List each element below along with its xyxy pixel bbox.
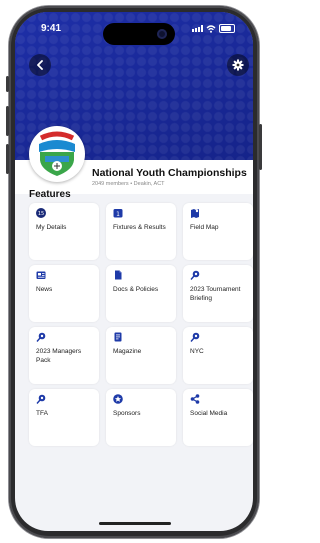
tile-2023-tournament-briefing[interactable]: 2023 Tournament Briefing xyxy=(183,265,253,322)
pin-icon xyxy=(36,394,46,404)
club-logo xyxy=(29,126,85,182)
gear-icon xyxy=(232,59,244,71)
mute-switch xyxy=(6,76,9,92)
features-heading: Features xyxy=(29,189,71,200)
power-button xyxy=(259,124,262,170)
tile-my-details[interactable]: 15 My Details xyxy=(29,203,99,260)
tile-label: Magazine xyxy=(113,348,142,355)
pin-icon xyxy=(36,332,46,342)
tile-label: Docs & Policies xyxy=(113,286,159,293)
tile-label: My Details xyxy=(36,224,67,231)
app-screen: 9:41 National Youth Championships 2049 m… xyxy=(15,12,253,531)
newspaper-icon xyxy=(36,270,46,280)
volume-up-button xyxy=(6,106,9,136)
tile-label: NYC xyxy=(190,348,204,355)
user-badge-icon: 15 xyxy=(36,208,46,218)
club-meta: 2049 members • Deakin, ACT xyxy=(92,181,165,187)
settings-button[interactable] xyxy=(227,54,249,76)
signal-icon xyxy=(192,25,203,32)
tile-sponsors[interactable]: Sponsors xyxy=(106,389,176,446)
tile-label: News xyxy=(36,286,53,293)
document-icon xyxy=(113,270,123,280)
home-indicator[interactable] xyxy=(99,522,171,525)
chevron-left-icon xyxy=(37,60,43,70)
tile-field-map[interactable]: Field Map xyxy=(183,203,253,260)
wifi-icon xyxy=(206,24,216,33)
features-grid: 15 My Details 1 Fixtures & Results Field… xyxy=(29,203,253,446)
status-icons xyxy=(192,24,235,33)
tile-label: Social Media xyxy=(190,410,228,417)
calendar-icon: 1 xyxy=(113,208,123,218)
tile-label: Sponsors xyxy=(113,410,141,417)
svg-text:15: 15 xyxy=(38,211,44,217)
tile-magazine[interactable]: Magazine xyxy=(106,327,176,384)
magazine-icon xyxy=(113,332,123,342)
pin-icon xyxy=(190,270,200,280)
star-icon xyxy=(113,394,123,404)
nyc-crest-icon xyxy=(31,128,83,180)
map-icon xyxy=(190,208,200,218)
tile-fixtures-results[interactable]: 1 Fixtures & Results xyxy=(106,203,176,260)
tile-tfa[interactable]: TFA xyxy=(29,389,99,446)
volume-down-button xyxy=(6,144,9,174)
tile-social-media[interactable]: Social Media xyxy=(183,389,253,446)
club-title: National Youth Championships xyxy=(92,167,247,179)
back-button[interactable] xyxy=(29,54,51,76)
pin-icon xyxy=(190,332,200,342)
battery-icon xyxy=(219,24,235,33)
tile-nyc[interactable]: NYC xyxy=(183,327,253,384)
share-icon xyxy=(190,394,200,404)
status-time: 9:41 xyxy=(41,23,62,34)
tile-label: TFA xyxy=(36,410,48,417)
tile-label: 2023 Tournament Briefing xyxy=(190,286,241,302)
tile-news[interactable]: News xyxy=(29,265,99,322)
tile-label: Fixtures & Results xyxy=(113,224,166,231)
dynamic-island xyxy=(103,23,175,45)
tile-docs-policies[interactable]: Docs & Policies xyxy=(106,265,176,322)
tile-label: 2023 Managers Pack xyxy=(36,348,82,364)
tile-label: Field Map xyxy=(190,224,219,231)
svg-text:1: 1 xyxy=(116,211,120,218)
tile-2023-managers-pack[interactable]: 2023 Managers Pack xyxy=(29,327,99,384)
